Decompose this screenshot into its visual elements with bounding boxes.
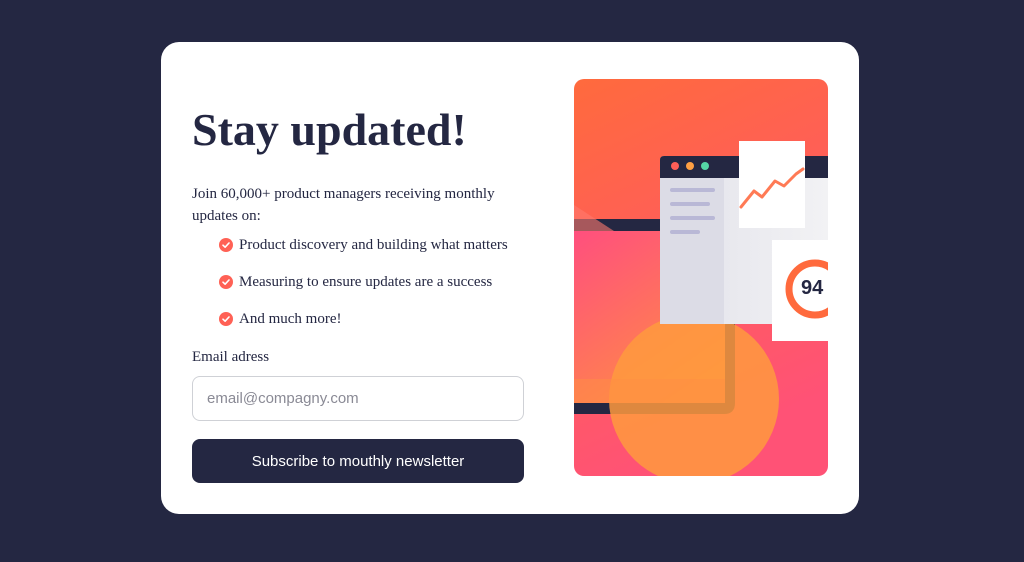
- email-field[interactable]: [192, 376, 524, 421]
- benefit-text: Measuring to ensure updates are a succes…: [239, 274, 493, 290]
- subscribe-button[interactable]: Subscribe to mouthly newsletter: [192, 439, 524, 483]
- benefit-text: And much more!: [239, 311, 342, 327]
- score-value: 94: [801, 277, 824, 299]
- benefit-text: Product discovery and building what matt…: [239, 237, 508, 253]
- list-item: Product discovery and building what matt…: [219, 233, 508, 270]
- list-item: And much more!: [219, 307, 508, 344]
- check-icon: [219, 312, 233, 326]
- signup-card: Stay updated! Join 60,000+ product manag…: [161, 42, 859, 514]
- email-label: Email adress: [192, 349, 270, 365]
- check-icon: [219, 238, 233, 252]
- benefits-list: Product discovery and building what matt…: [219, 233, 508, 344]
- illustration-graphic: [574, 79, 828, 476]
- check-icon: [219, 275, 233, 289]
- intro-text: Join 60,000+ product managers receiving …: [192, 186, 495, 224]
- list-item: Measuring to ensure updates are a succes…: [219, 270, 508, 307]
- hero-illustration: 94: [574, 79, 828, 476]
- page-title: Stay updated!: [192, 104, 467, 155]
